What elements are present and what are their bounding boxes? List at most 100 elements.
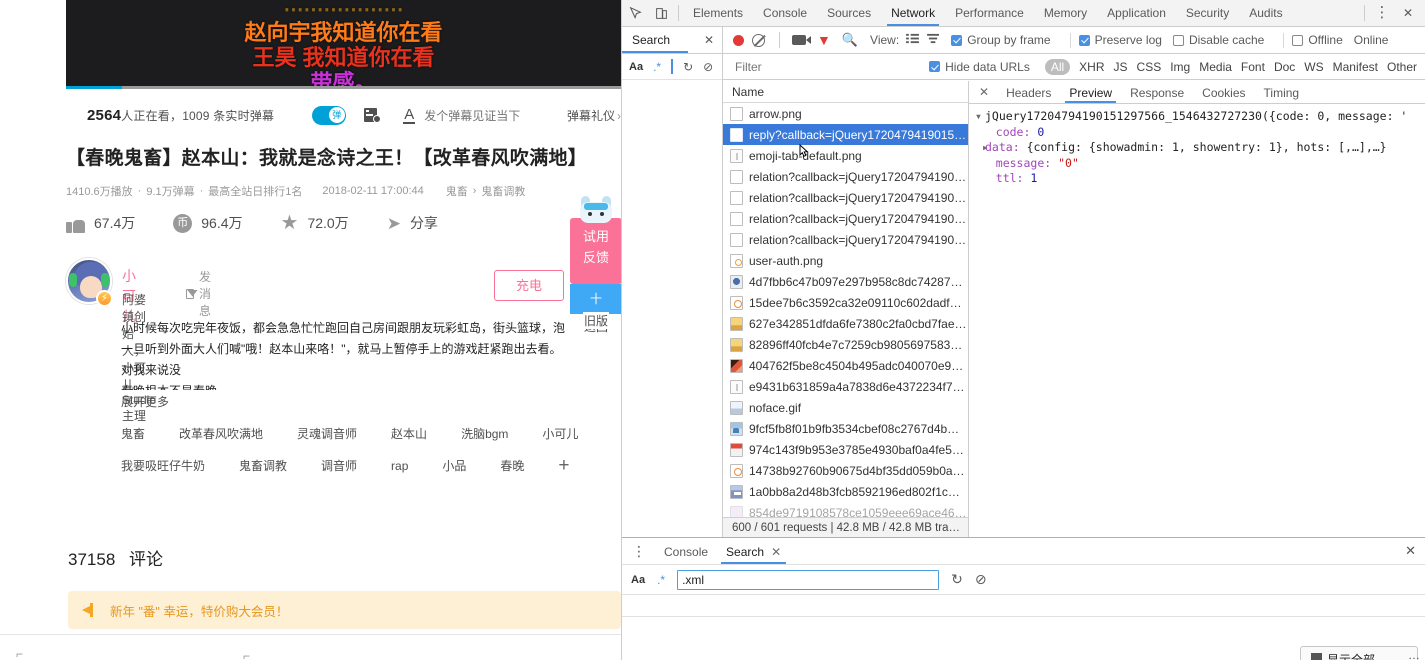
- add-tag-button[interactable]: +: [558, 456, 569, 475]
- danmaku-settings-icon[interactable]: [364, 107, 382, 123]
- tab-sources[interactable]: Sources: [817, 0, 881, 26]
- search-sidebar-close-icon[interactable]: ✕: [704, 33, 714, 47]
- disclosure-triangle-open-icon[interactable]: ▾: [975, 109, 985, 125]
- danmaku-input[interactable]: 发个弹幕见证当下: [424, 107, 520, 124]
- tab-audits[interactable]: Audits: [1239, 0, 1292, 26]
- list-view-icon[interactable]: [906, 33, 920, 47]
- request-rows[interactable]: arrow.png reply?callback=jQuery1720479419…: [723, 103, 968, 517]
- table-row[interactable]: 9fcf5fb8f01b9fb3534cbef08c2767d4b…: [723, 418, 968, 439]
- table-row[interactable]: noface.gif: [723, 397, 968, 418]
- old-version-label[interactable]: 旧版: [583, 312, 610, 329]
- subcategory-link[interactable]: 鬼畜调教: [481, 183, 525, 199]
- filter-type-font[interactable]: Font: [1241, 60, 1265, 74]
- match-case-icon[interactable]: Aa: [631, 574, 645, 586]
- detail-close-icon[interactable]: ✕: [975, 85, 997, 99]
- regex-icon[interactable]: .*: [653, 60, 661, 74]
- filter-type-doc[interactable]: Doc: [1274, 60, 1295, 74]
- search-sidebar-clear-icon[interactable]: ⊘: [703, 60, 713, 74]
- tag-item[interactable]: 鬼畜: [121, 425, 145, 442]
- table-row[interactable]: 627e342851dfda6fe7380c2fa0cbd7fae…: [723, 313, 968, 334]
- like-button[interactable]: 67.4万: [66, 213, 135, 233]
- table-row[interactable]: 404762f5be8c4504b495adc040070e9…: [723, 355, 968, 376]
- disclosure-triangle-closed-icon[interactable]: ▸: [975, 140, 989, 156]
- detail-tab-timing[interactable]: Timing: [1255, 81, 1309, 103]
- filter-type-js[interactable]: JS: [1114, 60, 1128, 74]
- feedback-button[interactable]: 试用 反馈: [570, 196, 621, 284]
- record-button[interactable]: [733, 34, 744, 46]
- table-row[interactable]: reply?callback=jQuery1720479419015…: [723, 124, 968, 145]
- filter-type-xhr[interactable]: XHR: [1079, 60, 1104, 74]
- hide-data-urls-checkbox[interactable]: Hide data URLs: [929, 60, 1030, 74]
- preview-data-line[interactable]: ▸data: {config: {showadmin: 1, showentry…: [975, 140, 1425, 156]
- table-row[interactable]: arrow.png: [723, 103, 968, 124]
- tag-item[interactable]: rap: [391, 459, 408, 473]
- tab-elements[interactable]: Elements: [683, 0, 753, 26]
- preserve-log-checkbox[interactable]: Preserve log: [1078, 33, 1162, 47]
- table-row[interactable]: relation?callback=jQuery17204794190…: [723, 187, 968, 208]
- inspect-element-icon[interactable]: [622, 0, 648, 26]
- charge-button[interactable]: 充电: [494, 270, 564, 301]
- danmaku-etiquette-link[interactable]: 弹幕礼仪 ›: [567, 107, 621, 124]
- filter-type-other[interactable]: Other: [1387, 60, 1417, 74]
- tag-item[interactable]: 春晚: [500, 457, 524, 474]
- tag-item[interactable]: 鬼畜调教: [239, 457, 287, 474]
- search-sidebar-refresh-icon[interactable]: ↻: [683, 60, 693, 74]
- tag-item[interactable]: 洗脑bgm: [461, 425, 508, 442]
- share-button[interactable]: ➤ 分享: [387, 213, 438, 233]
- refresh-icon[interactable]: ↻: [951, 571, 963, 588]
- close-devtools-icon[interactable]: ✕: [1395, 0, 1421, 26]
- drawer-tab-console[interactable]: Console: [655, 538, 717, 564]
- detail-tab-headers[interactable]: Headers: [997, 81, 1060, 103]
- table-row[interactable]: 14738b92760b90675d4bf35dd059b0a…: [723, 460, 968, 481]
- request-list-column-header[interactable]: Name: [723, 81, 968, 103]
- expand-more-button[interactable]: 展开更多: [121, 393, 169, 410]
- group-by-frame-checkbox[interactable]: Group by frame: [951, 33, 1051, 47]
- table-row[interactable]: 4d7fbb6c47b097e297b958c8dc74287…: [723, 271, 968, 292]
- table-row[interactable]: user-auth.png: [723, 250, 968, 271]
- danmaku-toggle[interactable]: [312, 105, 347, 125]
- detail-tab-preview[interactable]: Preview: [1060, 81, 1121, 103]
- table-row[interactable]: 1a0bb8a2d48b3fcb8592196ed802f1c…: [723, 481, 968, 502]
- danmaku-font-icon[interactable]: A: [403, 107, 416, 124]
- tag-item[interactable]: 我要吸旺仔牛奶: [121, 457, 205, 474]
- disable-cache-checkbox[interactable]: Disable cache: [1172, 33, 1264, 47]
- table-row[interactable]: emoji-tab-default.png: [723, 145, 968, 166]
- offline-checkbox[interactable]: Offline: [1292, 33, 1343, 47]
- drawer-tab-close-icon[interactable]: ✕: [771, 545, 781, 559]
- tab-application[interactable]: Application: [1097, 0, 1176, 26]
- match-case-icon[interactable]: Aa: [629, 61, 643, 73]
- partial-bottom-button[interactable]: 显示全部: [1300, 646, 1418, 660]
- coin-button[interactable]: 96.4万: [173, 213, 243, 233]
- video-player[interactable]: ⋯⋯⋯⋯⋯⋯ 赵向宇我知道你在看 王昊 我知道你在看 带感。: [66, 0, 621, 89]
- tag-item[interactable]: 小可儿: [542, 425, 578, 442]
- table-row[interactable]: 974c143f9b953e3785e4930baf0a4fe5…: [723, 439, 968, 460]
- promo-banner[interactable]: 新年 "番" 幸运，特价购大会员！: [68, 591, 621, 629]
- detail-tab-response[interactable]: Response: [1121, 81, 1193, 103]
- drawer-tab-search[interactable]: Search ✕: [717, 538, 790, 564]
- drawer-more-options-icon[interactable]: ⋮: [628, 544, 655, 558]
- tag-item[interactable]: 赵本山: [391, 425, 427, 442]
- search-sidebar-input[interactable]: [671, 59, 674, 74]
- table-row[interactable]: e9431b631859a4a7838d6e4372234f7…: [723, 376, 968, 397]
- filter-type-all[interactable]: All: [1044, 58, 1071, 75]
- clear-icon[interactable]: [752, 33, 765, 47]
- tag-item[interactable]: 灵魂调音师: [297, 425, 357, 442]
- search-icon[interactable]: 🔍: [842, 32, 858, 48]
- camera-icon[interactable]: [792, 35, 811, 45]
- tab-memory[interactable]: Memory: [1034, 0, 1097, 26]
- table-row[interactable]: relation?callback=jQuery17204794190…: [723, 229, 968, 250]
- tag-item[interactable]: 小品: [442, 457, 466, 474]
- table-row[interactable]: relation?callback=jQuery17204794190…: [723, 166, 968, 187]
- tab-console[interactable]: Console: [753, 0, 817, 26]
- detail-tab-cookies[interactable]: Cookies: [1193, 81, 1254, 103]
- more-options-icon[interactable]: ⋮: [1369, 0, 1395, 26]
- tab-performance[interactable]: Performance: [945, 0, 1034, 26]
- clear-icon[interactable]: ⊘: [975, 571, 987, 588]
- floating-blue-button[interactable]: 十: [570, 284, 621, 314]
- preview-root-line[interactable]: ▾ jQuery17204794190151297566_154643272723…: [975, 109, 1425, 125]
- tag-item[interactable]: 改革春风吹满地: [179, 425, 263, 442]
- table-row[interactable]: 15dee7b6c3592ca32e09110c602dadf…: [723, 292, 968, 313]
- player-progress-bar[interactable]: [66, 86, 621, 89]
- search-input[interactable]: [677, 569, 940, 590]
- tag-item[interactable]: 调音师: [321, 457, 357, 474]
